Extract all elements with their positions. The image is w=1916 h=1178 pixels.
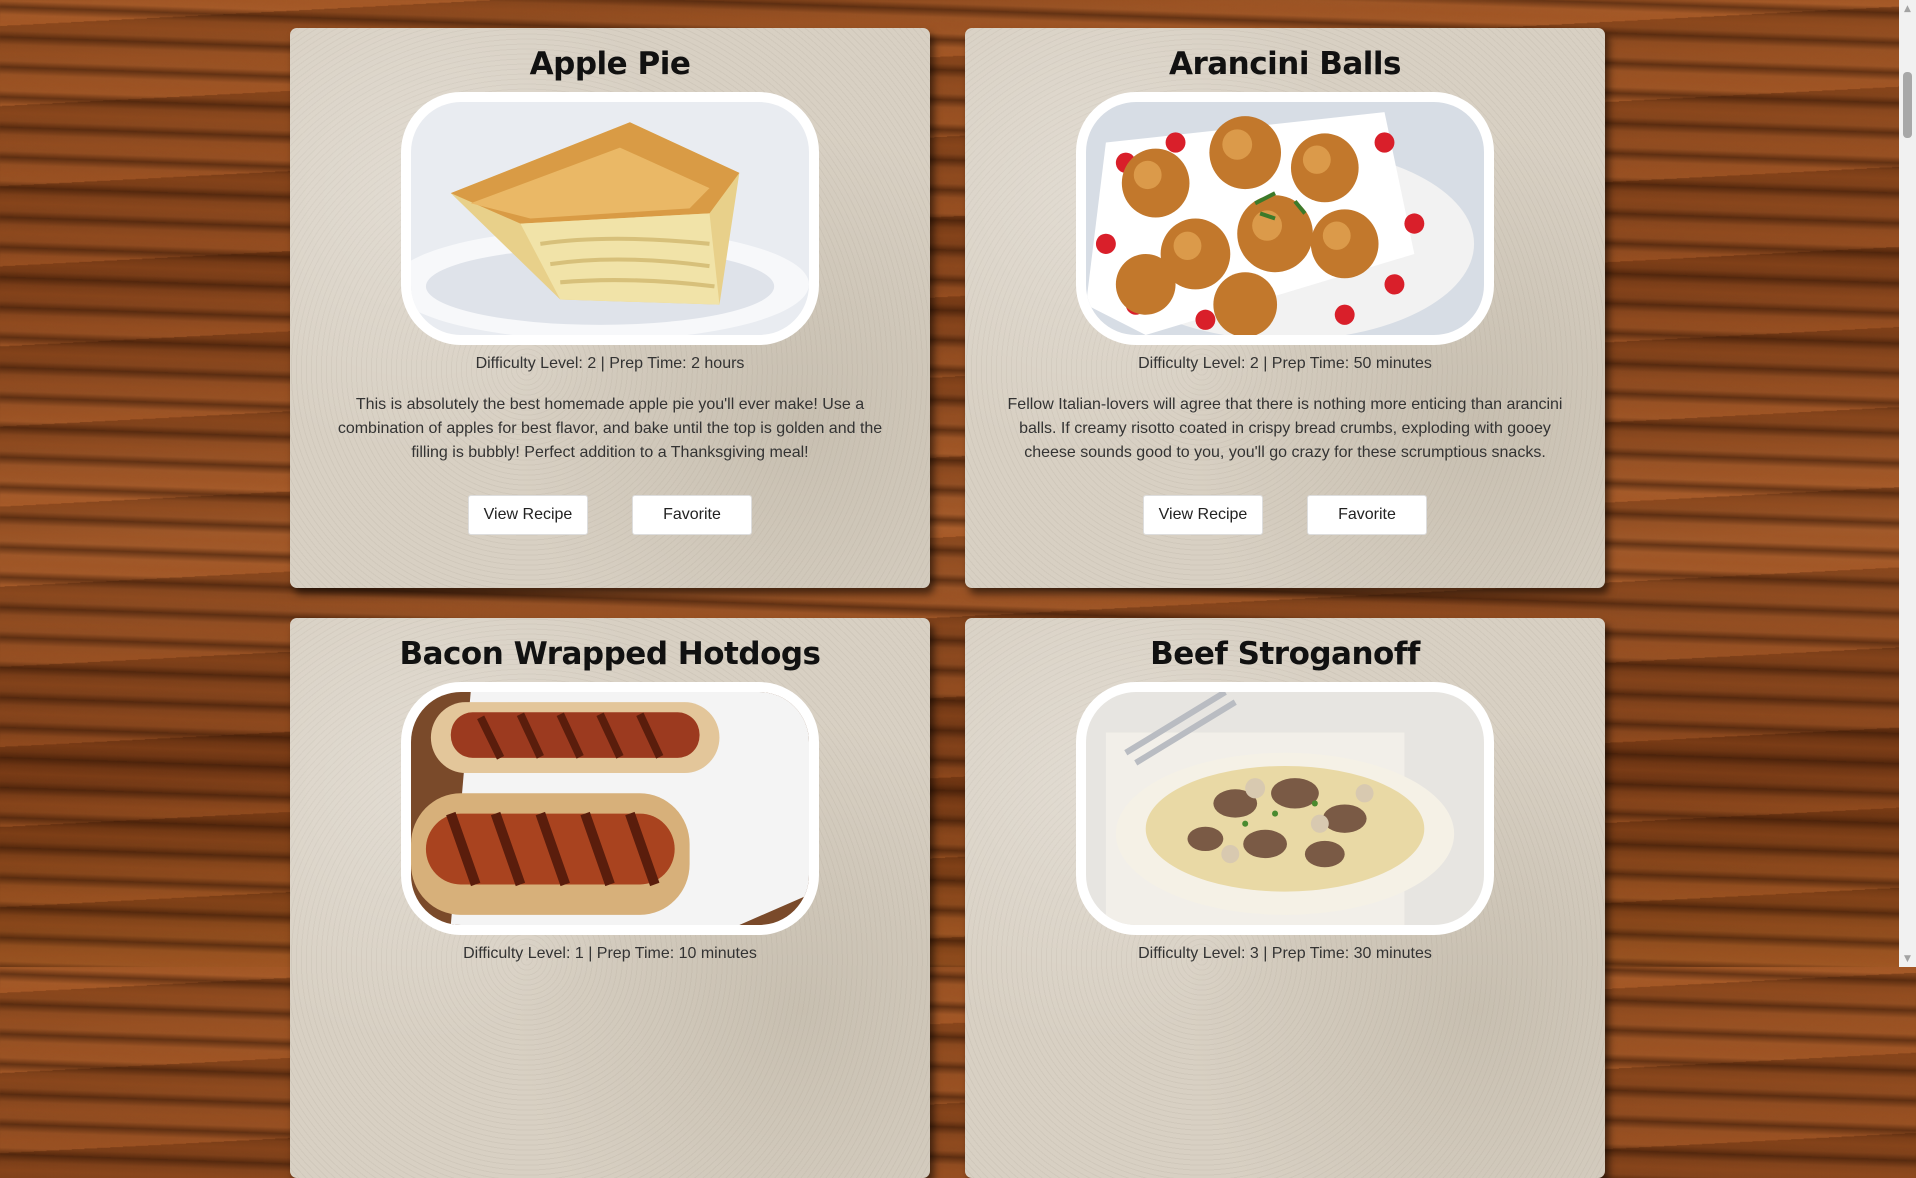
view-recipe-button[interactable]: View Recipe xyxy=(468,495,588,535)
recipe-card: Bacon Wrapped Hotdogs Difficulty Level: … xyxy=(290,618,930,1178)
recipe-description: Fellow Italian-lovers will agree that th… xyxy=(1007,396,1563,461)
recipe-meta: Difficulty Level: 1 | Prep Time: 10 minu… xyxy=(463,945,757,962)
recipe-image-stroganoff xyxy=(1086,692,1484,925)
recipe-image-frame xyxy=(1076,682,1494,935)
recipe-meta: Difficulty Level: 2 | Prep Time: 50 minu… xyxy=(1138,355,1432,372)
recipe-image-hotdogs xyxy=(411,692,809,925)
recipe-card: Arancini Balls Difficulty Level: 2 | Pre… xyxy=(965,28,1605,588)
recipe-title: Apple Pie xyxy=(529,46,691,82)
scroll-up-arrow-icon[interactable]: ▲ xyxy=(1899,0,1916,17)
recipe-image-frame xyxy=(401,682,819,935)
recipe-image-apple-pie xyxy=(411,102,809,335)
recipe-meta: Difficulty Level: 3 | Prep Time: 30 minu… xyxy=(1138,945,1432,962)
recipe-image-frame xyxy=(1076,92,1494,345)
recipe-card: Beef Stroganoff Difficulty Level: 3 | Pr… xyxy=(965,618,1605,1178)
page-scrollbar[interactable]: ▲ ▼ xyxy=(1899,0,1916,967)
recipe-meta: Difficulty Level: 2 | Prep Time: 2 hours xyxy=(475,355,745,372)
scroll-thumb[interactable] xyxy=(1903,72,1912,138)
view-recipe-button[interactable]: View Recipe xyxy=(1143,495,1263,535)
recipe-title: Arancini Balls xyxy=(1168,46,1402,82)
recipe-actions: View Recipe Favorite xyxy=(965,495,1605,535)
recipe-grid: Apple Pie Difficulty Level: 2 | Prep Tim… xyxy=(290,28,1605,1178)
recipe-image-arancini xyxy=(1086,102,1484,335)
scroll-down-arrow-icon[interactable]: ▼ xyxy=(1899,950,1916,967)
recipe-card: Apple Pie Difficulty Level: 2 | Prep Tim… xyxy=(290,28,930,588)
recipe-actions: View Recipe Favorite xyxy=(290,495,930,535)
recipe-image-frame xyxy=(401,92,819,345)
favorite-button[interactable]: Favorite xyxy=(632,495,752,535)
recipe-title: Beef Stroganoff xyxy=(1150,636,1420,672)
favorite-button[interactable]: Favorite xyxy=(1307,495,1427,535)
recipe-description: This is absolutely the best homemade app… xyxy=(337,396,883,461)
recipe-title: Bacon Wrapped Hotdogs xyxy=(399,636,821,672)
